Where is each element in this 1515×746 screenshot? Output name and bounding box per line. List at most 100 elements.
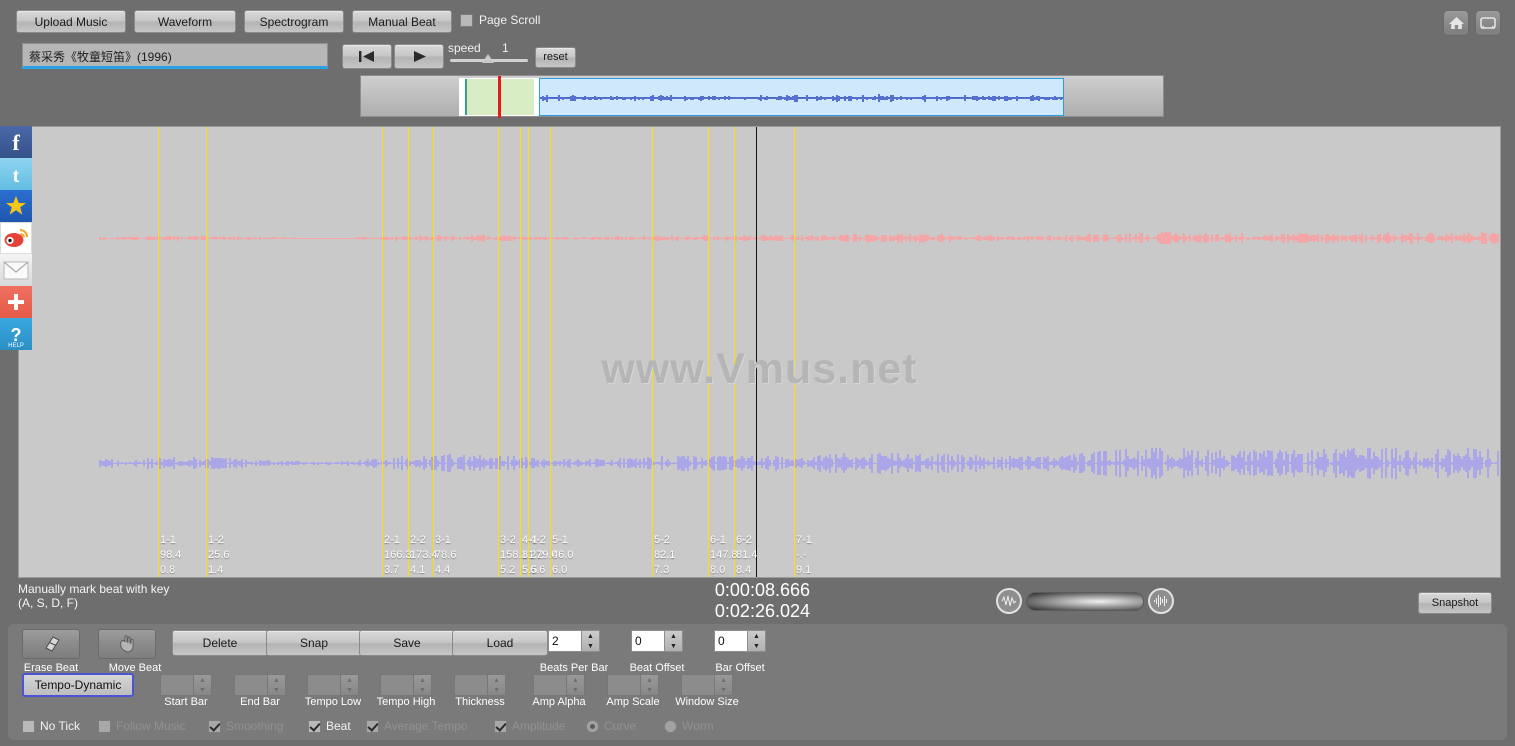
spinner-secondary-6[interactable]: ▲▼ xyxy=(607,674,659,696)
spinner-up-icon[interactable]: ▲ xyxy=(268,675,285,685)
amplitude-slider[interactable] xyxy=(996,588,1174,614)
amp-high-button[interactable] xyxy=(1148,588,1174,614)
spinner-secondary-0[interactable]: ▲▼ xyxy=(160,674,212,696)
beat-line[interactable] xyxy=(408,127,409,578)
checkbox-amplitude[interactable] xyxy=(494,720,507,733)
beat-line[interactable] xyxy=(433,127,434,578)
beat-line[interactable] xyxy=(794,127,795,578)
spinner-secondary-5[interactable]: ▲▼ xyxy=(533,674,585,696)
option-worm[interactable]: Worm xyxy=(664,719,734,733)
home-button[interactable] xyxy=(1443,10,1469,36)
spinner-down-icon[interactable]: ▼ xyxy=(715,685,732,695)
spinner-arrows[interactable]: ▲▼ xyxy=(488,674,506,696)
spinner-arrows[interactable]: ▲▼ xyxy=(194,674,212,696)
spinner-primary-1[interactable]: ▲▼ xyxy=(631,630,683,652)
spinner-input[interactable] xyxy=(631,630,665,652)
spinner-up-icon[interactable]: ▲ xyxy=(665,631,682,641)
spinner-arrows[interactable]: ▲▼ xyxy=(582,630,600,652)
radio-curve[interactable] xyxy=(586,720,599,733)
spinner-secondary-1[interactable]: ▲▼ xyxy=(234,674,286,696)
spinner-down-icon[interactable]: ▼ xyxy=(582,641,599,651)
waveform-button[interactable]: Waveform xyxy=(134,10,236,33)
overview-waveform-region[interactable] xyxy=(539,78,1064,116)
spinner-secondary-3[interactable]: ▲▼ xyxy=(380,674,432,696)
amp-low-button[interactable] xyxy=(996,588,1022,614)
spinner-up-icon[interactable]: ▲ xyxy=(194,675,211,685)
move-beat-button[interactable] xyxy=(98,629,156,659)
beat-line[interactable] xyxy=(206,127,207,578)
spinner-up-icon[interactable]: ▲ xyxy=(715,675,732,685)
option-follow-music[interactable]: Follow Music xyxy=(98,719,208,733)
checkbox-no-tick[interactable] xyxy=(22,720,35,733)
beat-line[interactable] xyxy=(528,127,529,578)
option-average-tempo[interactable]: Average Tempo xyxy=(366,719,494,733)
spinner-up-icon[interactable]: ▲ xyxy=(567,675,584,685)
spinner-up-icon[interactable]: ▲ xyxy=(748,631,765,641)
spinner-arrows[interactable]: ▲▼ xyxy=(567,674,585,696)
spinner-secondary-7[interactable]: ▲▼ xyxy=(681,674,733,696)
spinner-down-icon[interactable]: ▼ xyxy=(641,685,658,695)
fullscreen-button[interactable] xyxy=(1475,10,1501,36)
help-icon[interactable]: ?HELP xyxy=(0,318,32,350)
spinner-down-icon[interactable]: ▼ xyxy=(268,685,285,695)
spinner-arrows[interactable]: ▲▼ xyxy=(748,630,766,652)
spinner-arrows[interactable]: ▲▼ xyxy=(268,674,286,696)
spinner-arrows[interactable]: ▲▼ xyxy=(414,674,432,696)
beat-line[interactable] xyxy=(708,127,709,578)
weibo-icon[interactable] xyxy=(0,222,32,254)
checkbox-beat[interactable] xyxy=(308,720,321,733)
twitter-icon[interactable]: t xyxy=(0,158,32,190)
spinner-up-icon[interactable]: ▲ xyxy=(641,675,658,685)
spinner-down-icon[interactable]: ▼ xyxy=(414,685,431,695)
speed-slider-thumb[interactable] xyxy=(482,54,494,63)
spinner-up-icon[interactable]: ▲ xyxy=(488,675,505,685)
page-scroll-checkbox[interactable] xyxy=(460,14,473,27)
option-smoothing[interactable]: Smoothing xyxy=(208,719,308,733)
spinner-input[interactable] xyxy=(548,630,582,652)
overview-playhead[interactable] xyxy=(498,76,501,118)
spinner-arrows[interactable]: ▲▼ xyxy=(665,630,683,652)
option-amplitude[interactable]: Amplitude xyxy=(494,719,586,733)
spinner-input[interactable] xyxy=(714,630,748,652)
spinner-down-icon[interactable]: ▼ xyxy=(488,685,505,695)
spinner-down-icon[interactable]: ▼ xyxy=(341,685,358,695)
checkbox-smoothing[interactable] xyxy=(208,720,221,733)
delete-button[interactable]: Delete xyxy=(172,630,268,656)
option-no-tick[interactable]: No Tick xyxy=(22,719,98,733)
spinner-secondary-2[interactable]: ▲▼ xyxy=(307,674,359,696)
beat-line[interactable] xyxy=(550,127,551,578)
beat-line[interactable] xyxy=(652,127,653,578)
amp-slider-track[interactable] xyxy=(1026,592,1144,611)
spinner-secondary-4[interactable]: ▲▼ xyxy=(454,674,506,696)
share-plus-icon[interactable] xyxy=(0,286,32,318)
beat-line[interactable] xyxy=(520,127,521,578)
spinner-down-icon[interactable]: ▼ xyxy=(748,641,765,651)
spinner-primary-0[interactable]: ▲▼ xyxy=(548,630,600,652)
track-title-input[interactable]: 蔡采秀《牧童短笛》(1996) xyxy=(22,43,328,69)
spinner-down-icon[interactable]: ▼ xyxy=(567,685,584,695)
beat-line[interactable] xyxy=(734,127,735,578)
playhead-line[interactable] xyxy=(756,127,757,578)
qzone-icon[interactable] xyxy=(0,190,32,222)
spinner-primary-2[interactable]: ▲▼ xyxy=(714,630,766,652)
spinner-down-icon[interactable]: ▼ xyxy=(194,685,211,695)
option-beat[interactable]: Beat xyxy=(308,719,366,733)
overview-track[interactable] xyxy=(360,75,1164,117)
option-curve[interactable]: Curve xyxy=(586,719,664,733)
email-icon[interactable] xyxy=(0,254,32,286)
load-button[interactable]: Load xyxy=(452,630,548,656)
facebook-icon[interactable]: f xyxy=(0,126,32,158)
radio-worm[interactable] xyxy=(664,720,677,733)
beat-line[interactable] xyxy=(158,127,159,578)
spinner-up-icon[interactable]: ▲ xyxy=(414,675,431,685)
play-button[interactable] xyxy=(394,44,444,69)
spinner-arrows[interactable]: ▲▼ xyxy=(641,674,659,696)
erase-beat-button[interactable] xyxy=(22,629,80,659)
snap-button[interactable]: Snap xyxy=(266,630,362,656)
checkbox-follow-music[interactable] xyxy=(98,720,111,733)
upload-music-button[interactable]: Upload Music xyxy=(16,10,126,33)
spinner-arrows[interactable]: ▲▼ xyxy=(341,674,359,696)
beat-line[interactable] xyxy=(498,127,499,578)
spinner-arrows[interactable]: ▲▼ xyxy=(715,674,733,696)
tempo-dynamic-button[interactable]: Tempo-Dynamic xyxy=(22,673,134,697)
